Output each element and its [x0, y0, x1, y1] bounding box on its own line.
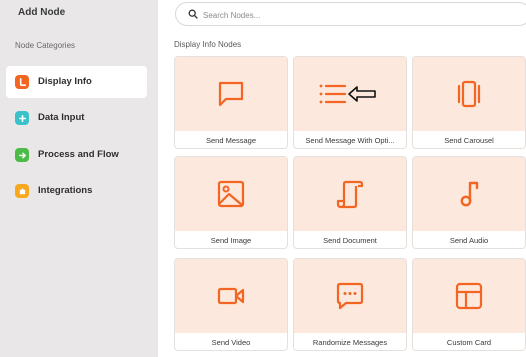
- card-icon-area: [413, 259, 525, 333]
- category-label: Integrations: [38, 185, 93, 196]
- category-integrations[interactable]: Integrations: [6, 175, 147, 207]
- main-panel: Display Info Nodes Send Message Send Mes…: [158, 0, 526, 357]
- music-note-icon: [460, 181, 479, 207]
- scroll-icon: [336, 180, 364, 209]
- card-icon-area: [175, 259, 287, 333]
- list-icon: [319, 84, 376, 104]
- message-icon: [15, 75, 29, 89]
- category-label: Process and Flow: [38, 149, 119, 160]
- arrow-right-icon: [15, 148, 29, 162]
- node-categories-label: Node Categories: [15, 41, 76, 50]
- message-square-icon: [218, 81, 244, 107]
- node-card-send-audio[interactable]: Send Audio: [412, 156, 526, 249]
- search-input[interactable]: [203, 7, 453, 23]
- card-label: Send Document: [323, 236, 377, 245]
- category-label: Data Input: [38, 112, 85, 123]
- carousel-icon: [457, 80, 481, 108]
- card-label: Custom Card: [446, 338, 492, 347]
- node-card-send-video[interactable]: Send Video: [174, 258, 288, 351]
- card-label: Send Video: [211, 338, 251, 347]
- card-icon-area: [294, 157, 406, 231]
- category-display-info[interactable]: Display Info: [6, 66, 147, 98]
- sidebar: Add Node Node Categories Display Info Da…: [0, 0, 158, 357]
- card-icon-area: [294, 57, 406, 131]
- panel-title: Add Node: [18, 7, 66, 18]
- node-card-send-message-with-options[interactable]: Send Message With Opti...: [293, 56, 407, 149]
- node-card-send-image[interactable]: Send Image: [174, 156, 288, 249]
- category-label: Display Info: [38, 76, 92, 87]
- node-card-custom-card[interactable]: Custom Card: [412, 258, 526, 351]
- layout-icon: [455, 282, 483, 310]
- node-card-send-carousel[interactable]: Send Carousel: [412, 56, 526, 149]
- puzzle-icon: [15, 184, 29, 198]
- node-card-send-document[interactable]: Send Document: [293, 156, 407, 249]
- category-data-input[interactable]: Data Input: [6, 102, 147, 134]
- node-card-randomize-messages[interactable]: Randomize Messages: [293, 258, 407, 351]
- card-icon-area: [413, 57, 525, 131]
- plus-icon: [15, 111, 29, 125]
- card-label: Send Audio: [449, 236, 489, 245]
- card-label: Send Message With Opti...: [305, 136, 395, 145]
- node-card-send-message[interactable]: Send Message: [174, 56, 288, 149]
- category-process-and-flow[interactable]: Process and Flow: [6, 139, 147, 171]
- image-icon: [217, 180, 245, 208]
- card-label: Randomize Messages: [312, 338, 388, 347]
- video-icon: [217, 287, 245, 305]
- search-bar[interactable]: [175, 2, 526, 26]
- card-label: Send Carousel: [444, 136, 494, 145]
- card-icon-area: [175, 157, 287, 231]
- card-label: Send Image: [210, 236, 252, 245]
- card-icon-area: [413, 157, 525, 231]
- card-label: Send Message: [205, 136, 257, 145]
- search-icon: [188, 9, 198, 19]
- card-icon-area: [294, 259, 406, 333]
- section-title: Display Info Nodes: [174, 40, 242, 49]
- card-icon-area: [175, 57, 287, 131]
- chat-dots-icon: [336, 282, 364, 310]
